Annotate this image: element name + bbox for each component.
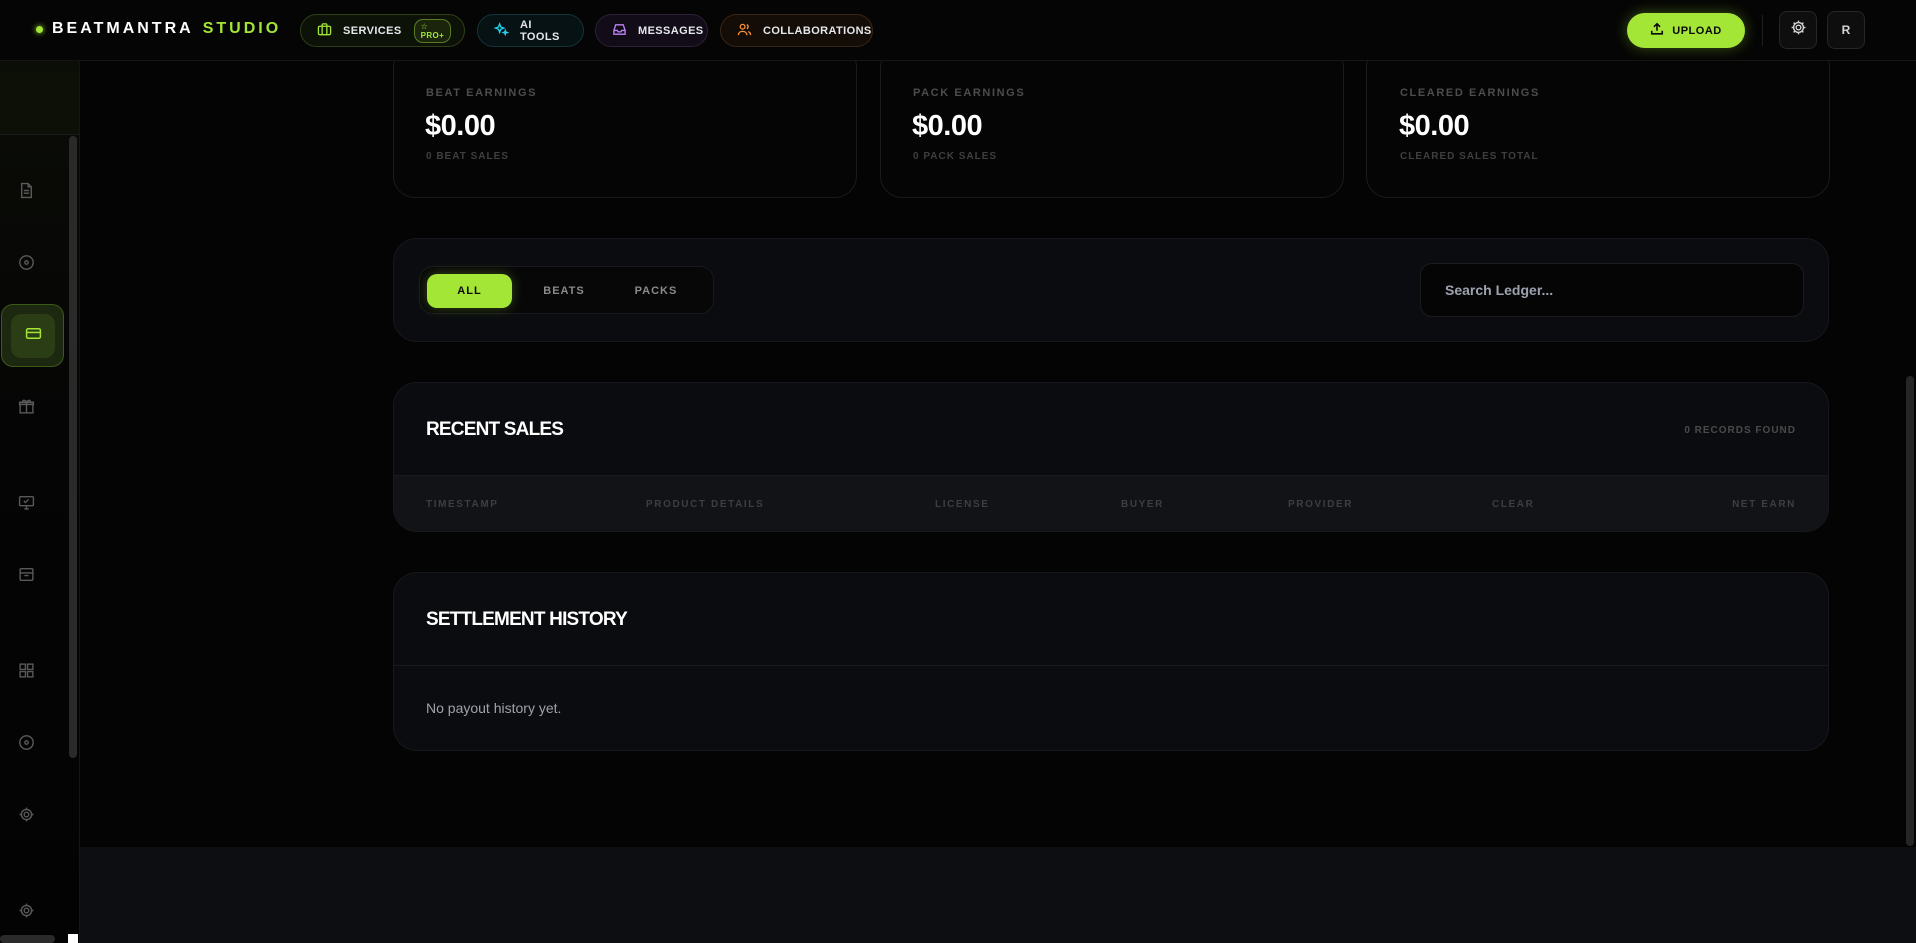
settlement-history-title: SETTLEMENT HISTORY [426, 609, 628, 630]
filter-packs-button[interactable]: PACKS [618, 274, 694, 308]
records-count: 0 RECORDS FOUND [1684, 425, 1796, 436]
filter-beats-button[interactable]: BEATS [526, 274, 602, 308]
column-buyer[interactable]: BUYER [1121, 499, 1164, 510]
column-product-details[interactable]: PRODUCT DETAILS [646, 499, 764, 510]
topbar-divider [1762, 15, 1763, 46]
column-clear[interactable]: CLEAR [1492, 499, 1534, 510]
gear-icon [18, 806, 35, 828]
gear-icon [1790, 19, 1807, 41]
gift-icon [18, 398, 35, 420]
sales-table-header: TIMESTAMP PRODUCT DETAILS LICENSE BUYER … [394, 475, 1828, 531]
search-ledger-input[interactable]: Search Ledger... [1420, 263, 1804, 317]
recent-sales-panel: RECENT SALES 0 RECORDS FOUND TIMESTAMP P… [393, 382, 1829, 532]
horizontal-scrollbar[interactable] [0, 935, 55, 943]
brand-accent: STUDIO [202, 20, 282, 37]
sidebar-item-inbox[interactable] [14, 565, 38, 589]
pack-sales-count: 0 PACK SALES [913, 151, 998, 162]
cleared-earnings-label: CLEARED EARNINGS [1400, 87, 1540, 99]
brand-name: BEATMANTRA [52, 20, 194, 37]
nav-services-button[interactable]: SERVICES ☆ PRO+ [300, 14, 465, 47]
upload-icon [1650, 22, 1672, 39]
beat-earnings-label: BEAT EARNINGS [426, 87, 538, 99]
settlement-history-panel: SETTLEMENT HISTORY No payout history yet… [393, 572, 1829, 751]
sidebar-item-documents[interactable] [14, 181, 38, 205]
sidebar-item-tracks[interactable] [14, 253, 38, 277]
column-license[interactable]: LICENSE [935, 499, 990, 510]
recent-sales-title: RECENT SALES [426, 419, 564, 440]
upload-button[interactable]: UPLOAD [1627, 13, 1745, 48]
cleared-earnings-value: $0.00 [1399, 110, 1470, 142]
grid-icon [18, 662, 35, 684]
settings-button[interactable] [1779, 11, 1817, 49]
sidebar-item-dashboard[interactable] [14, 661, 38, 685]
inbox-icon [612, 22, 638, 40]
sidebar-scrollbar[interactable] [69, 136, 77, 758]
brand-logo[interactable]: BEATMANTRA STUDIO [36, 20, 281, 38]
nav-ai-tools-label: AI TOOLS [520, 18, 560, 43]
top-bar: BEATMANTRA STUDIO SERVICES ☆ PRO+ AI TOO… [0, 0, 1916, 61]
disc-icon [18, 734, 35, 756]
payout-empty-message: No payout history yet. [426, 700, 562, 716]
disc-icon [18, 254, 35, 276]
column-provider[interactable]: PROVIDER [1288, 499, 1353, 510]
main-footer-area [80, 847, 1916, 943]
sidebar-item-wallet[interactable] [1, 304, 64, 367]
sidebar-item-wallet-inner [11, 314, 55, 358]
column-net-earn[interactable]: NET EARN [1732, 499, 1796, 510]
pack-earnings-value: $0.00 [912, 110, 983, 142]
nav-ai-tools-button[interactable]: AI TOOLS [477, 14, 584, 47]
column-timestamp[interactable]: TIMESTAMP [426, 499, 499, 510]
upload-label: UPLOAD [1672, 24, 1722, 37]
filter-segmented-control: ALL BEATS PACKS [419, 266, 714, 314]
sidebar [0, 61, 80, 943]
nav-collaborations-button[interactable]: COLLABORATIONS [720, 14, 873, 47]
nav-messages-button[interactable]: MESSAGES [595, 14, 708, 47]
nav-services-label: SERVICES [343, 24, 402, 37]
briefcase-icon [317, 22, 343, 40]
sidebar-item-preferences[interactable] [14, 901, 38, 925]
pro-badge: ☆ PRO+ [413, 18, 452, 43]
sidebar-item-settings[interactable] [14, 805, 38, 829]
beat-sales-count: 0 BEAT SALES [426, 151, 509, 162]
avatar[interactable]: R [1827, 11, 1865, 49]
sidebar-item-studio[interactable] [14, 493, 38, 517]
inbox-icon [18, 566, 35, 588]
gear-icon [18, 902, 35, 924]
page-scrollbar[interactable] [1906, 376, 1914, 846]
filter-panel: ALL BEATS PACKS Search Ledger... [393, 238, 1829, 342]
sidebar-item-rewards[interactable] [14, 397, 38, 421]
nav-messages-label: MESSAGES [638, 24, 704, 37]
cleared-sales-total: CLEARED SALES TOTAL [1400, 151, 1539, 162]
sidebar-item-music[interactable] [14, 733, 38, 757]
filter-all-button[interactable]: ALL [427, 274, 512, 308]
scroll-corner [68, 934, 78, 943]
pack-earnings-label: PACK EARNINGS [913, 87, 1026, 99]
credit-card-icon [25, 325, 42, 347]
beat-earnings-value: $0.00 [425, 110, 496, 142]
monitor-icon [18, 494, 35, 516]
file-icon [18, 182, 35, 204]
brand-dot-icon [36, 25, 43, 33]
sparkles-icon [493, 21, 520, 40]
users-icon [737, 22, 763, 40]
settlement-divider [394, 665, 1828, 666]
nav-collaborations-label: COLLABORATIONS [763, 24, 872, 37]
sidebar-header [0, 71, 79, 135]
